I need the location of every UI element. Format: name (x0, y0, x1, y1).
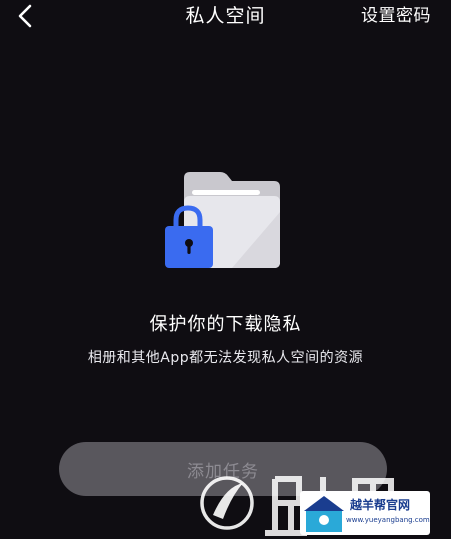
headline: 保护你的下载隐私 (149, 314, 302, 335)
watermark-site-url: www.yueyangbang.com (346, 516, 430, 524)
house-icon (304, 496, 344, 532)
set-password-button[interactable]: 设置密码 (361, 5, 431, 27)
watermark-badge: 越羊帮官网 www.yueyangbang.com (300, 491, 430, 535)
add-task-button[interactable]: 添加任务 (59, 442, 387, 496)
add-task-label: 添加任务 (187, 461, 259, 482)
watermark-site-name: 越羊帮官网 (350, 498, 411, 512)
description: 相册和其他App都无法发现私人空间的资源 (87, 350, 364, 366)
private-space-screen: 私人空间 设置密码 保护你的下载隐私 相册和其他App都无法发现私人空间的资源 … (0, 0, 451, 539)
private-folder-illustration (165, 172, 280, 268)
